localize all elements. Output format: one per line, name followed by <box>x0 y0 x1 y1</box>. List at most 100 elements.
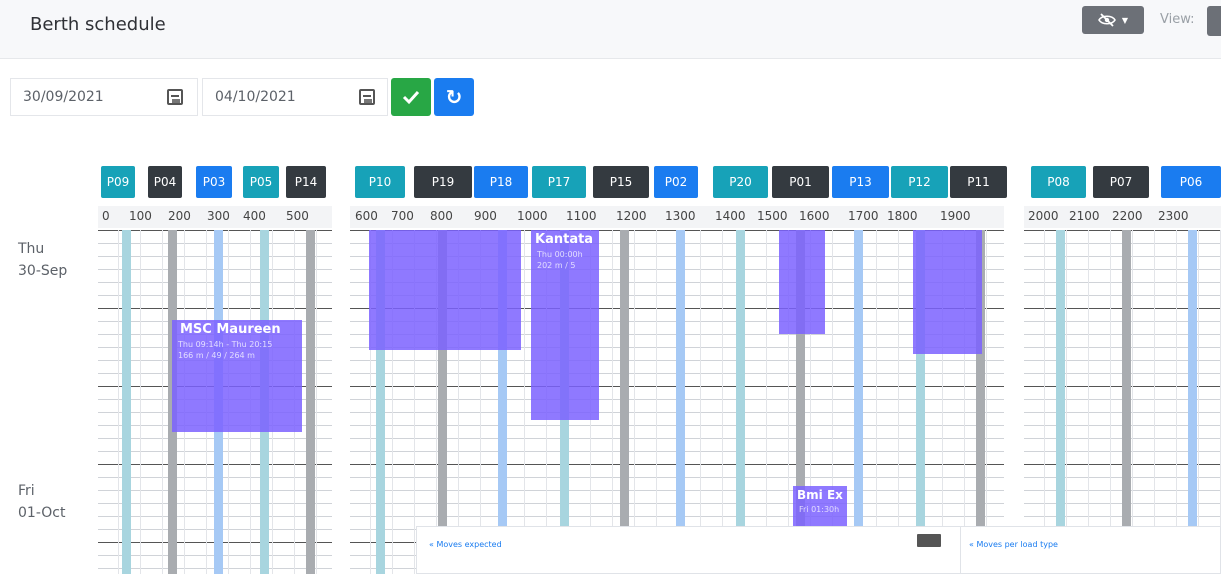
grid-line <box>766 230 767 574</box>
berth-button-p13[interactable]: P13 <box>832 166 889 198</box>
moves-expected-panel: « Moves expected <box>416 526 961 574</box>
grid-line <box>656 230 657 574</box>
tick-label: 800 <box>430 209 453 223</box>
grid-line <box>162 230 163 574</box>
grid-line <box>1110 230 1111 574</box>
grid-line <box>700 230 701 574</box>
vessel-name: Bmi Ex <box>797 488 843 502</box>
grid-line <box>140 230 141 574</box>
refresh-icon: ↻ <box>445 85 463 109</box>
grid-line <box>612 230 613 574</box>
tick-label: 900 <box>474 209 497 223</box>
vessel-block[interactable]: Bmi Ex Fri 01:30h <box>793 486 847 526</box>
day-date: 01-Oct <box>18 505 66 521</box>
vessel-name: Kantata <box>535 232 594 247</box>
day-label-fri: Fri 01-Oct <box>18 480 65 524</box>
tick-label: 1200 <box>616 209 647 223</box>
tick-label: 1500 <box>757 209 788 223</box>
tick-label: 2200 <box>1112 209 1143 223</box>
refresh-button[interactable]: ↻ <box>434 78 474 116</box>
end-date-value: 04/10/2021 <box>215 89 296 105</box>
tick-label: 1400 <box>715 209 746 223</box>
berth-button-p14[interactable]: P14 <box>286 166 326 198</box>
vessel-time: Fri 01:30h <box>799 505 840 514</box>
start-date-field[interactable]: 30/09/2021 <box>10 78 198 116</box>
grid-line <box>986 230 987 574</box>
tick-label: 1800 <box>887 209 918 223</box>
grid-line <box>524 230 525 574</box>
calendar-icon[interactable] <box>359 89 375 105</box>
grid-line <box>722 230 723 574</box>
panel-toggle-buttons[interactable] <box>917 534 941 547</box>
berth-button-p09[interactable]: P09 <box>101 166 135 198</box>
tick-label: 200 <box>168 209 191 223</box>
vessel-block[interactable] <box>779 230 825 334</box>
vessel-block[interactable] <box>913 230 982 354</box>
vessel-block[interactable]: Kantata Thu 00:00h 202 m / 5 <box>531 230 599 420</box>
start-date-value: 30/09/2021 <box>23 89 104 105</box>
vessel-block[interactable] <box>369 230 521 350</box>
moves-per-load-type-panel: « Moves per load type <box>960 526 1221 574</box>
day-date: 30-Sep <box>18 263 68 279</box>
day-weekday: Thu <box>18 241 45 257</box>
vessel-time: Thu 09:14h - Thu 20:15 <box>178 340 273 349</box>
vessel-block[interactable]: MSC Maureen Thu 09:14h - Thu 20:15 166 m… <box>172 320 302 432</box>
berth-stripe <box>122 230 131 574</box>
berth-button-p01[interactable]: P01 <box>772 166 829 198</box>
berth-button-p19[interactable]: P19 <box>414 166 472 198</box>
tick-label: 500 <box>286 209 309 223</box>
chevron-down-icon: ▼ <box>1121 15 1129 25</box>
end-date-field[interactable]: 04/10/2021 <box>202 78 388 116</box>
tick-label: 1700 <box>848 209 879 223</box>
berth-stripe <box>676 230 685 574</box>
berth-button-p11[interactable]: P11 <box>950 166 1007 198</box>
berth-button-p02[interactable]: P02 <box>654 166 698 198</box>
visibility-toggle-button[interactable]: ▼ <box>1082 6 1144 34</box>
panel-title[interactable]: « Moves expected <box>429 540 502 549</box>
berth-stripe <box>306 230 315 574</box>
berth-button-p15[interactable]: P15 <box>593 166 649 198</box>
berth-button-p03[interactable]: P03 <box>196 166 232 198</box>
view-select-button[interactable] <box>1207 6 1221 36</box>
berth-button-p18[interactable]: P18 <box>474 166 528 198</box>
grid-line <box>1132 230 1133 574</box>
tick-label: 1600 <box>799 209 830 223</box>
page-title: Berth schedule <box>30 14 166 35</box>
tick-label: 0 <box>102 209 110 223</box>
berth-button-p06[interactable]: P06 <box>1161 166 1221 198</box>
berth-button-p10[interactable]: P10 <box>355 166 405 198</box>
tick-label: 1100 <box>566 209 597 223</box>
apply-button[interactable] <box>391 78 431 116</box>
panel-title[interactable]: « Moves per load type <box>969 540 1058 549</box>
eye-slash-icon <box>1097 13 1116 27</box>
berth-stripe <box>620 230 629 574</box>
grid-line <box>118 230 119 574</box>
tick-label: 700 <box>391 209 414 223</box>
berth-button-p04[interactable]: P04 <box>148 166 182 198</box>
calendar-icon[interactable] <box>167 89 183 105</box>
berth-stripe <box>736 230 745 574</box>
berth-stripe <box>854 230 863 574</box>
vessel-name: MSC Maureen <box>180 322 281 337</box>
schedule-grid-3[interactable] <box>1024 230 1221 574</box>
berth-button-p20[interactable]: P20 <box>713 166 768 198</box>
berth-stripe <box>1056 230 1065 574</box>
page-header: Berth schedule ▼ View: <box>0 0 1221 59</box>
grid-line <box>1198 230 1199 574</box>
berth-stripe <box>1188 230 1197 574</box>
grid-line <box>1066 230 1067 574</box>
grid-line <box>634 230 635 574</box>
berth-button-p07[interactable]: P07 <box>1093 166 1149 198</box>
tick-label: 2300 <box>1158 209 1189 223</box>
tick-label: 300 <box>207 209 230 223</box>
vessel-dimensions: 202 m / 5 <box>537 261 576 270</box>
vessel-dimensions: 166 m / 49 / 264 m <box>178 351 255 360</box>
check-icon <box>402 90 420 105</box>
berth-button-p08[interactable]: P08 <box>1031 166 1086 198</box>
berth-button-p05[interactable]: P05 <box>243 166 279 198</box>
tick-label: 2000 <box>1028 209 1059 223</box>
berth-button-p17[interactable]: P17 <box>532 166 586 198</box>
berth-button-p12[interactable]: P12 <box>891 166 948 198</box>
vessel-time: Thu 00:00h <box>537 250 583 259</box>
grid-line <box>1044 230 1045 574</box>
